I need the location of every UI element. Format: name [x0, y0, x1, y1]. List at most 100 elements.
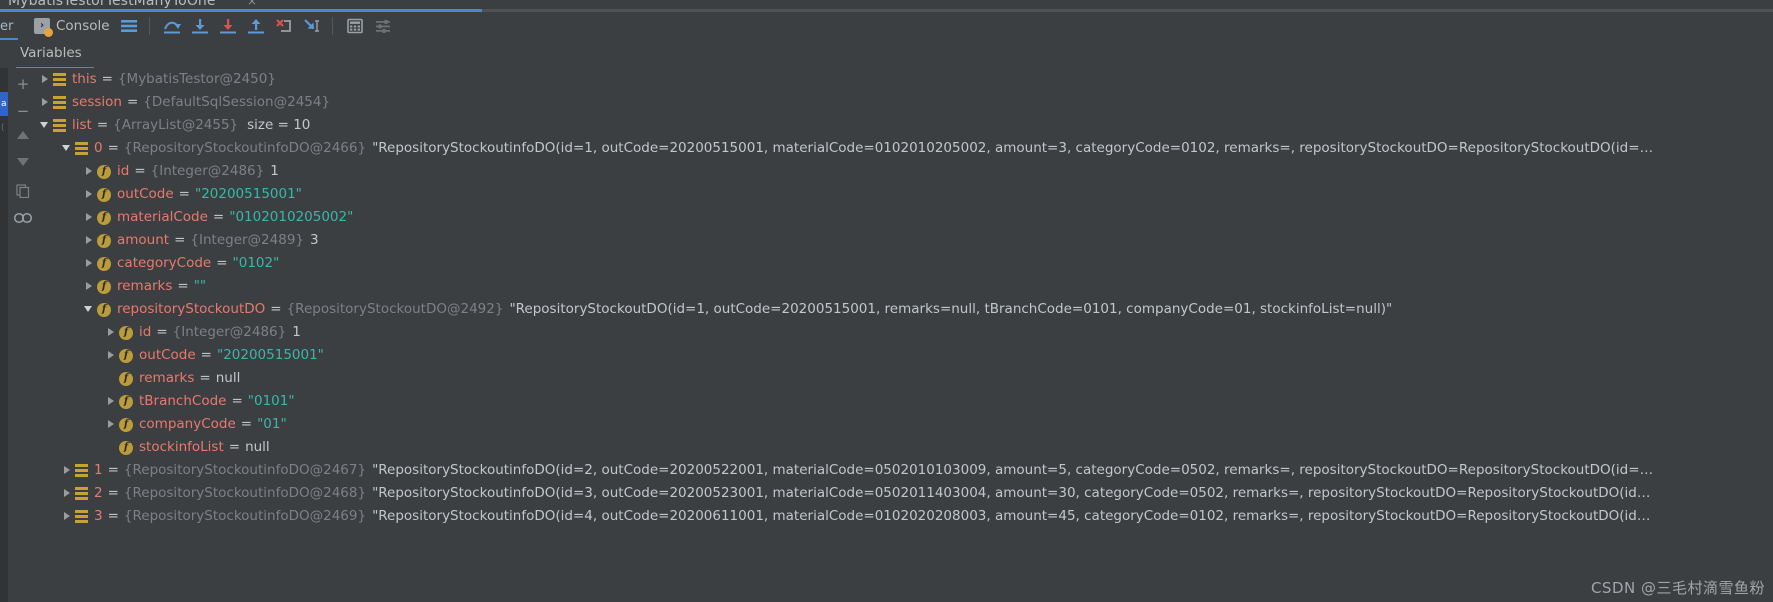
variable-name: this	[72, 71, 97, 87]
chevron-right-icon[interactable]	[104, 321, 119, 344]
tree-row[interactable]: f tBranchCode = "0101"	[38, 390, 1773, 413]
run-to-cursor-icon[interactable]	[299, 14, 325, 38]
equals-sign: =	[178, 186, 190, 202]
copy-value-button[interactable]	[12, 182, 34, 202]
chevron-right-icon[interactable]	[82, 183, 97, 206]
debugger-tab-fragment[interactable]: er	[0, 19, 18, 40]
chevron-down-icon[interactable]	[82, 298, 97, 321]
object-value-icon	[75, 464, 88, 477]
tree-row[interactable]: f remarks = null	[38, 367, 1773, 390]
console-tab[interactable]: › Console	[30, 16, 114, 37]
tree-row[interactable]: this = {MybatisTestor@2450}	[38, 68, 1773, 91]
gutter-row	[0, 260, 8, 284]
chevron-right-icon[interactable]	[38, 68, 53, 91]
tree-row[interactable]: f stockinfoList = null	[38, 436, 1773, 459]
chevron-right-icon[interactable]	[60, 505, 75, 528]
chevron-right-icon[interactable]	[60, 482, 75, 505]
settings-icon[interactable]	[370, 14, 396, 38]
field-value-icon: f	[119, 440, 133, 455]
chevron-right-icon[interactable]	[82, 206, 97, 229]
step-out-icon[interactable]	[243, 14, 269, 38]
chevron-right-icon[interactable]	[104, 390, 119, 413]
object-reference: {RepositoryStockoutinfoDO@2466}	[123, 140, 367, 156]
chevron-right-icon[interactable]	[82, 275, 97, 298]
object-reference: {RepositoryStockoutinfoDO@2469}	[123, 508, 367, 524]
gutter-row	[0, 284, 8, 308]
tree-row[interactable]: session = {DefaultSqlSession@2454}	[38, 91, 1773, 114]
evaluate-expression-icon[interactable]	[342, 14, 368, 38]
step-over-icon[interactable]	[159, 14, 185, 38]
add-watch-button[interactable]: +	[12, 74, 34, 94]
tree-row[interactable]: 3 = {RepositoryStockoutinfoDO@2469} "Reposi…	[38, 505, 1773, 528]
gutter-row	[0, 68, 8, 92]
variable-value: "RepositoryStockoutinfoDO(id=1, outCode=…	[372, 140, 1654, 156]
tree-row[interactable]: f companyCode = "01"	[38, 413, 1773, 436]
equals-sign: =	[200, 347, 212, 363]
object-value-icon	[75, 142, 88, 155]
chevron-right-icon[interactable]	[104, 344, 119, 367]
variable-name: outCode	[117, 186, 174, 202]
variable-value: "01"	[257, 416, 287, 432]
gutter-row	[0, 452, 8, 476]
chevron-right-icon[interactable]	[104, 413, 119, 436]
gutter-row	[0, 212, 8, 236]
variable-name: 1	[94, 462, 103, 478]
tree-row[interactable]: f categoryCode = "0102"	[38, 252, 1773, 275]
variable-name: categoryCode	[117, 255, 212, 271]
gutter-row	[0, 308, 8, 332]
tree-row[interactable]: f id = {Integer@2486} 1	[38, 321, 1773, 344]
move-up-button[interactable]	[12, 128, 34, 148]
tree-row[interactable]: f id = {Integer@2486} 1	[38, 160, 1773, 183]
variables-tree[interactable]: this = {MybatisTestor@2450} session = {Defaul…	[38, 68, 1773, 602]
remove-watch-button[interactable]: −	[12, 101, 34, 121]
gutter-row	[0, 548, 8, 572]
run-config-tab-label[interactable]: MybatisTestorTestManyToOne	[8, 0, 216, 9]
chevron-right-icon[interactable]	[60, 459, 75, 482]
object-value-icon	[75, 510, 88, 523]
gutter-row	[0, 236, 8, 260]
tree-row[interactable]: list = {ArrayList@2455} size = 10	[38, 114, 1773, 137]
no-chevron-icon	[104, 367, 119, 390]
chevron-down-icon[interactable]	[60, 137, 75, 160]
debugger-window: MybatisTestorTestManyToOne × er › Consol…	[0, 0, 1773, 602]
watermark: CSDN @三毛村滴雪鱼粉	[1590, 579, 1765, 597]
layout-settings-icon[interactable]	[116, 14, 142, 38]
close-icon[interactable]: ×	[247, 0, 257, 8]
tree-row[interactable]: f remarks = ""	[38, 275, 1773, 298]
object-value-icon	[53, 96, 66, 109]
chevron-right-icon[interactable]	[82, 252, 97, 275]
tree-row[interactable]: f amount = {Integer@2489} 3	[38, 229, 1773, 252]
debugger-toolbar: er › Console	[0, 12, 1773, 40]
equals-sign: =	[107, 485, 119, 501]
tree-row[interactable]: 2 = {RepositoryStockoutinfoDO@2468} "Reposi…	[38, 482, 1773, 505]
tree-row[interactable]: f materialCode = "0102010205002"	[38, 206, 1773, 229]
variable-name: amount	[117, 232, 170, 248]
tree-row[interactable]: f outCode = "20200515001"	[38, 344, 1773, 367]
variable-name: list	[72, 117, 92, 133]
move-down-button[interactable]	[12, 155, 34, 175]
equals-sign: =	[216, 255, 228, 271]
chevron-right-icon[interactable]	[82, 229, 97, 252]
tree-row[interactable]: 1 = {RepositoryStockoutinfoDO@2467} "Reposi…	[38, 459, 1773, 482]
field-value-icon: f	[119, 348, 133, 363]
drop-frame-icon[interactable]	[271, 14, 297, 38]
step-into-icon[interactable]	[187, 14, 213, 38]
variable-name: remarks	[139, 370, 195, 386]
gutter-row: (	[1, 123, 5, 133]
force-step-into-icon[interactable]	[215, 14, 241, 38]
chevron-right-icon[interactable]	[38, 91, 53, 114]
gutter-row	[0, 524, 8, 548]
tree-row[interactable]: f outCode = "20200515001"	[38, 183, 1773, 206]
equals-sign: =	[107, 462, 119, 478]
equals-sign: =	[270, 301, 282, 317]
chevron-down-icon[interactable]	[38, 114, 53, 137]
inspect-button[interactable]	[12, 209, 34, 229]
tree-row[interactable]: f repositoryStockoutDO = {RepositoryStockou…	[38, 298, 1773, 321]
tab-variables[interactable]: Variables	[20, 45, 82, 61]
field-value-icon: f	[97, 164, 111, 179]
chevron-right-icon[interactable]	[82, 160, 97, 183]
variable-name: outCode	[139, 347, 196, 363]
tree-row[interactable]: 0 = {RepositoryStockoutinfoDO@2466} "Reposi…	[38, 137, 1773, 160]
variable-name: session	[72, 94, 122, 110]
object-reference: {RepositoryStockoutinfoDO@2468}	[123, 485, 367, 501]
